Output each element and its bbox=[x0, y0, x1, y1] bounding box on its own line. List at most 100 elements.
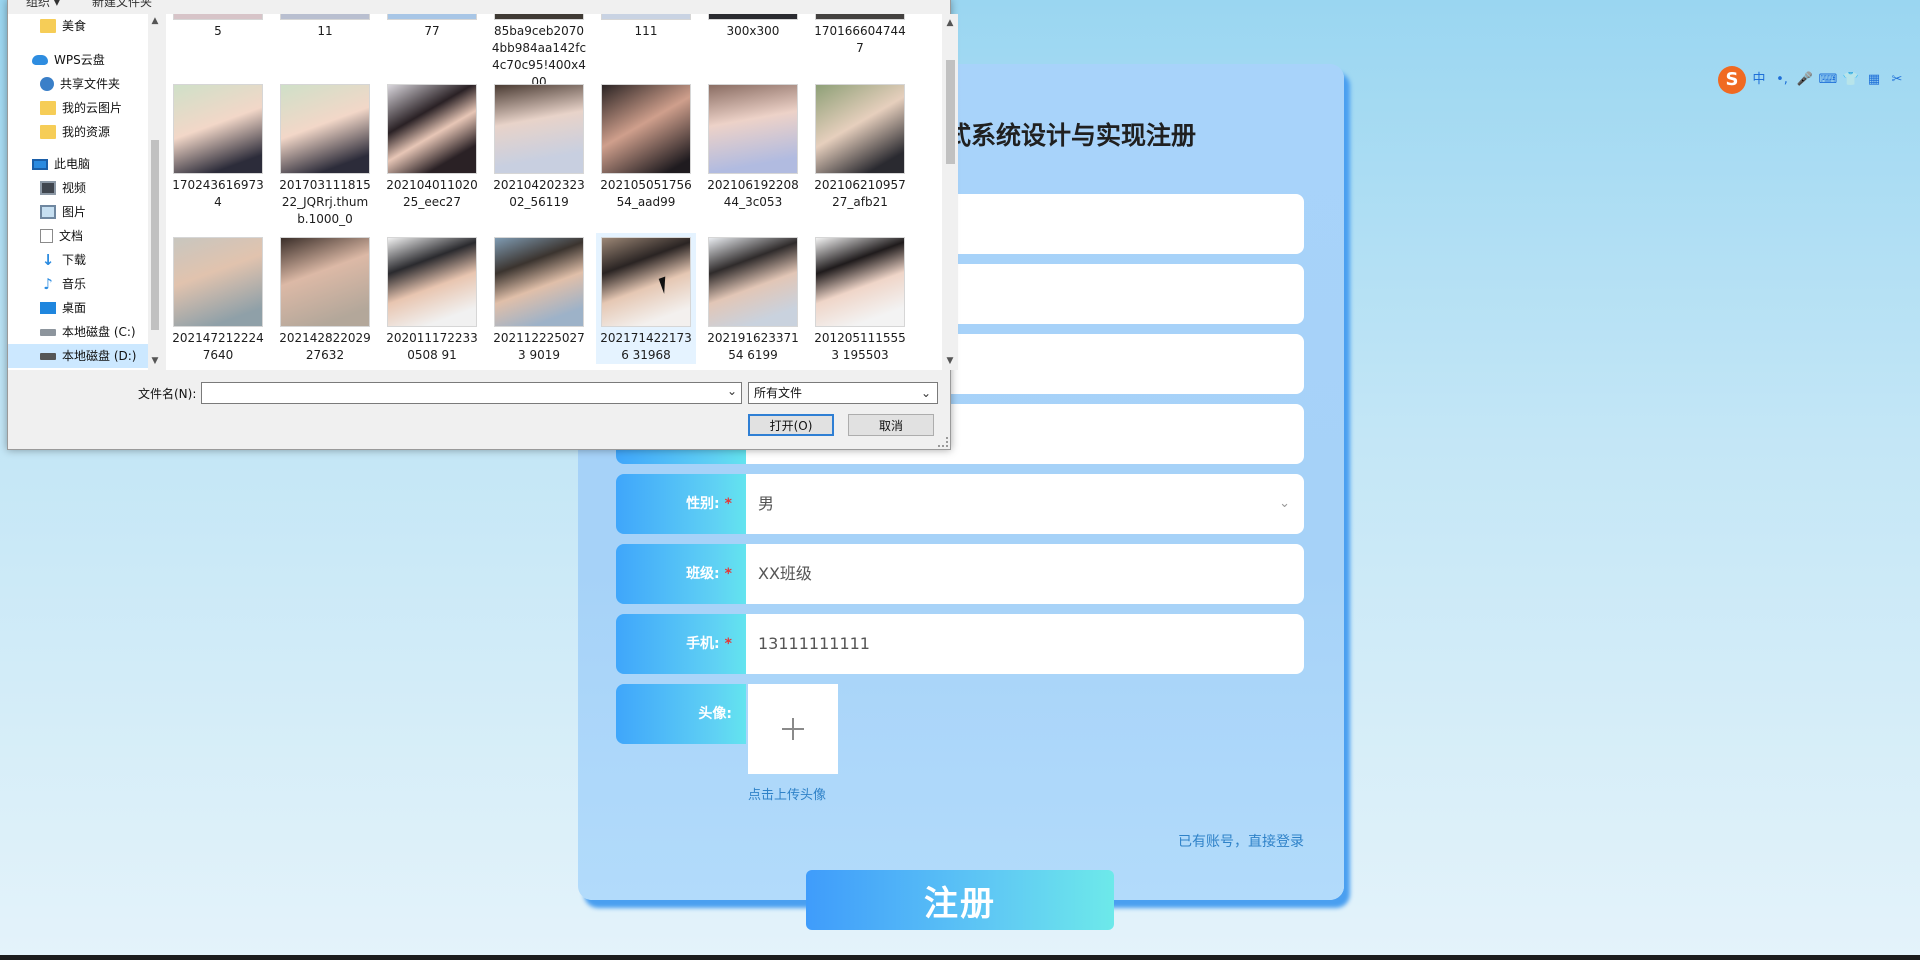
drive-icon bbox=[40, 328, 56, 336]
file-item[interactable]: 2021122250273 9019 bbox=[489, 233, 589, 364]
file-list: 5 11 77 85ba9ceb20704bb984aa142fc4c70c95… bbox=[166, 14, 942, 370]
document-icon bbox=[40, 229, 53, 243]
open-file-dialog: 组织 ▾ 新建文件夹 美食 WPS云盘 共享文件夹 我的云图片 我的资源 此电脑… bbox=[7, 0, 958, 450]
file-item[interactable]: 20210420232302_56119 bbox=[489, 80, 589, 211]
nav-item-drive-d[interactable]: 本地磁盘 (D:) bbox=[8, 344, 148, 368]
nav-item-wps-cloud[interactable]: WPS云盘 bbox=[32, 48, 105, 72]
gender-label: 性别: * bbox=[616, 474, 746, 534]
computer-icon bbox=[32, 158, 48, 170]
file-scrollbar[interactable]: ▲ ▼ bbox=[942, 14, 958, 370]
folder-icon bbox=[40, 125, 56, 139]
nav-item-downloads[interactable]: ↓ 下载 bbox=[40, 248, 86, 272]
nav-item-my-resources[interactable]: 我的资源 bbox=[40, 120, 110, 144]
filename-label: 文件名(N): bbox=[138, 387, 197, 401]
form-row-phone: 手机: * 13111111111 bbox=[616, 614, 1304, 674]
file-scroll-thumb[interactable] bbox=[946, 60, 955, 164]
folder-icon bbox=[40, 101, 56, 115]
phone-label: 手机: * bbox=[616, 614, 746, 674]
file-item[interactable]: 20214282202927632 bbox=[275, 233, 375, 364]
file-item[interactable]: 20210621095727_afb21 bbox=[810, 80, 910, 211]
chinese-mode-icon[interactable]: 中 bbox=[1749, 70, 1769, 90]
wrench-icon[interactable]: ✂ bbox=[1887, 70, 1907, 90]
file-item[interactable]: 11 bbox=[275, 14, 375, 40]
file-item[interactable]: 20210619220844_3c053 bbox=[703, 80, 803, 211]
register-button[interactable]: 注册 bbox=[806, 870, 1114, 930]
required-mark: * bbox=[724, 636, 732, 652]
chevron-down-icon: ⌄ bbox=[920, 386, 931, 400]
chevron-down-icon: ⌄ bbox=[1279, 496, 1290, 511]
nav-item-documents[interactable]: 文档 bbox=[40, 224, 83, 248]
file-item[interactable]: 111 bbox=[596, 14, 696, 40]
file-item[interactable]: 2012051115553 195503 bbox=[810, 233, 910, 364]
nav-item-food[interactable]: 美食 bbox=[40, 14, 86, 38]
required-mark: * bbox=[724, 566, 732, 582]
new-folder-button[interactable]: 新建文件夹 bbox=[92, 0, 152, 10]
class-input[interactable]: XX班级 bbox=[746, 544, 1304, 604]
plus-icon bbox=[782, 718, 804, 740]
file-item-hovered[interactable]: 2021714221736 31968 bbox=[596, 233, 696, 364]
login-link[interactable]: 已有账号，直接登录 bbox=[1160, 831, 1304, 851]
file-item[interactable]: 1701666047447 bbox=[810, 14, 910, 57]
file-item[interactable]: 1702436169734 bbox=[168, 80, 268, 211]
open-button[interactable]: 打开(O) bbox=[748, 414, 834, 436]
resize-grip-icon[interactable] bbox=[938, 437, 948, 447]
file-item[interactable]: 20210401102025_eec27 bbox=[382, 80, 482, 211]
mic-icon[interactable]: 🎤 bbox=[1795, 70, 1815, 90]
nav-item-videos[interactable]: 视频 bbox=[40, 176, 86, 200]
nav-scroll-thumb[interactable] bbox=[151, 140, 159, 330]
file-item[interactable]: 300x300 bbox=[703, 14, 803, 40]
nav-scrollbar[interactable]: ▲ ▼ bbox=[148, 14, 162, 370]
phone-input[interactable]: 13111111111 bbox=[746, 614, 1304, 674]
grid-icon[interactable]: ▦ bbox=[1864, 70, 1884, 90]
file-item[interactable]: 20210505175654_aad99 bbox=[596, 80, 696, 211]
ime-toolbar: S 中 •, 🎤 ⌨ 👕 ▦ ✂ bbox=[1718, 66, 1907, 94]
punctuation-icon[interactable]: •, bbox=[1772, 70, 1792, 90]
dialog-toolbar: 组织 ▾ 新建文件夹 bbox=[8, 0, 952, 10]
desktop-icon bbox=[40, 302, 56, 314]
scroll-down-icon[interactable]: ▼ bbox=[148, 356, 162, 366]
nav-item-this-pc[interactable]: 此电脑 bbox=[32, 152, 90, 176]
page-title: 式系统设计与实现注册 bbox=[946, 121, 1197, 150]
avatar-label: 头像: bbox=[616, 684, 746, 744]
chevron-down-icon[interactable]: ⌄ bbox=[727, 384, 737, 398]
nav-item-cloud-pictures[interactable]: 我的云图片 bbox=[40, 96, 122, 120]
folder-icon bbox=[40, 19, 56, 33]
cloud-icon bbox=[32, 55, 48, 65]
nav-item-drive-c[interactable]: 本地磁盘 (C:) bbox=[40, 320, 136, 344]
file-item[interactable]: 20219162337154 6199 bbox=[703, 233, 803, 364]
upload-hint: 点击上传头像 bbox=[748, 788, 827, 803]
taskbar-edge bbox=[0, 955, 1920, 960]
gender-select[interactable]: 男 ⌄ bbox=[746, 474, 1304, 534]
file-item[interactable]: 5 bbox=[168, 14, 268, 40]
filetype-select[interactable]: 所有文件 ⌄ bbox=[748, 382, 938, 404]
file-item[interactable]: 2021472122247640 bbox=[168, 233, 268, 364]
scroll-down-icon[interactable]: ▼ bbox=[942, 356, 958, 366]
nav-item-desktop[interactable]: 桌面 bbox=[40, 296, 86, 320]
class-label: 班级: * bbox=[616, 544, 746, 604]
required-mark: * bbox=[724, 496, 732, 512]
organize-button[interactable]: 组织 ▾ bbox=[26, 0, 60, 10]
sogou-logo-icon[interactable]: S bbox=[1718, 66, 1746, 94]
scroll-up-icon[interactable]: ▲ bbox=[942, 18, 958, 28]
share-icon bbox=[40, 77, 54, 91]
shirt-icon[interactable]: 👕 bbox=[1841, 70, 1861, 90]
file-item[interactable]: 77 bbox=[382, 14, 482, 40]
nav-item-music[interactable]: ♪ 音乐 bbox=[40, 272, 86, 296]
form-row-avatar: 头像: bbox=[616, 684, 746, 744]
scroll-up-icon[interactable]: ▲ bbox=[148, 16, 162, 26]
music-icon: ♪ bbox=[43, 275, 53, 293]
form-row-class: 班级: * XX班级 bbox=[616, 544, 1304, 604]
picture-icon bbox=[40, 205, 56, 219]
download-icon: ↓ bbox=[41, 251, 55, 269]
form-row-gender: 性别: * 男 ⌄ bbox=[616, 474, 1304, 534]
keyboard-icon[interactable]: ⌨ bbox=[1818, 70, 1838, 90]
avatar-upload-button[interactable] bbox=[748, 684, 838, 774]
file-item[interactable]: 20170311181522_JQRrj.thumb.1000_0 bbox=[275, 80, 375, 228]
nav-item-pictures[interactable]: 图片 bbox=[40, 200, 86, 224]
nav-item-shared-folder[interactable]: 共享文件夹 bbox=[40, 72, 120, 96]
drive-icon bbox=[40, 352, 56, 360]
cancel-button[interactable]: 取消 bbox=[848, 414, 934, 436]
navigation-pane: 美食 WPS云盘 共享文件夹 我的云图片 我的资源 此电脑 视频 图片 文档 ↓… bbox=[8, 14, 158, 370]
file-item[interactable]: 2020111722330508 91 bbox=[382, 233, 482, 364]
filename-input[interactable]: ⌄ bbox=[201, 382, 742, 404]
